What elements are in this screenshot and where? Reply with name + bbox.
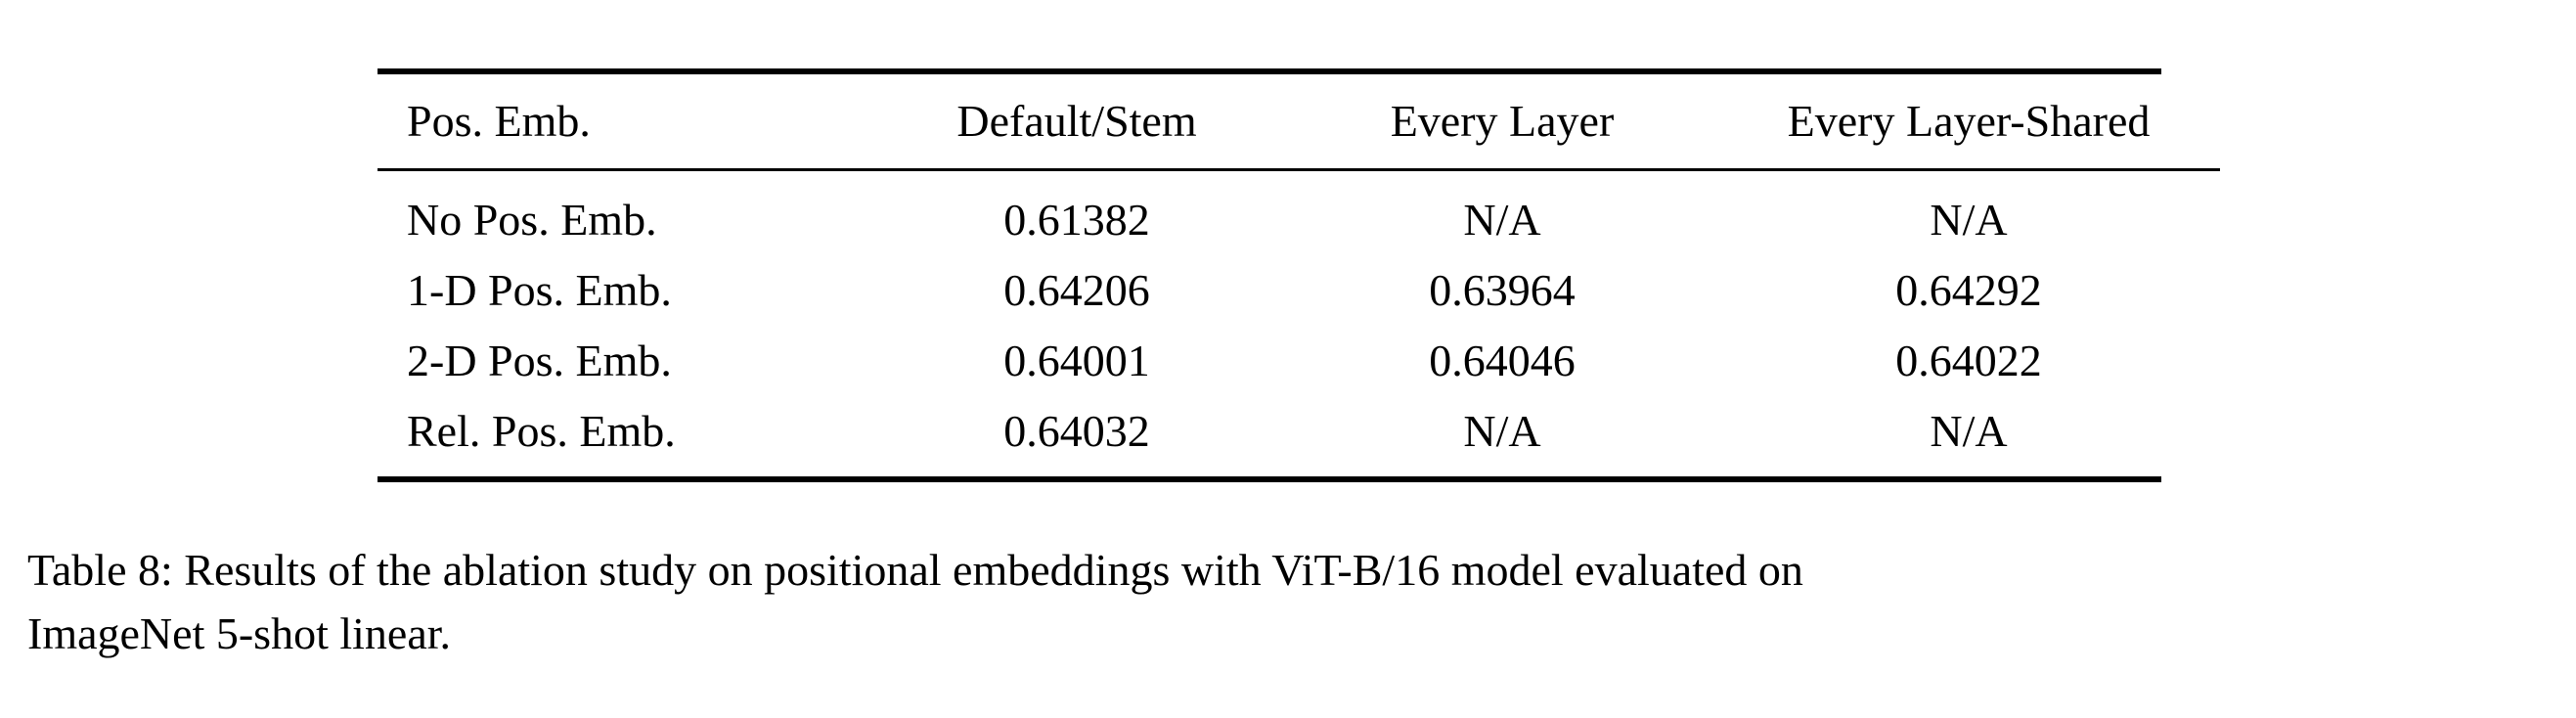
cell-default-stem: 0.64032 <box>1003 406 1150 456</box>
table-header: Pos. Emb. Default/Stem Every Layer Every… <box>378 74 2220 168</box>
table-row: No Pos. Emb. 0.61382 N/A N/A <box>378 171 2220 255</box>
ablation-results-body: No Pos. Emb. 0.61382 N/A N/A 1-D Pos. Em… <box>378 171 2220 476</box>
cell-every-layer-shared: N/A <box>1930 406 2008 456</box>
table-bottom-rule <box>378 476 2161 482</box>
cell-every-layer: 0.63964 <box>1429 265 1576 315</box>
table-header-row: Pos. Emb. Default/Stem Every Layer Every… <box>378 74 2220 168</box>
cell-default-stem: 0.61382 <box>1003 195 1150 245</box>
cell-pos-emb: 2-D Pos. Emb. <box>407 336 672 385</box>
ablation-results-table: Pos. Emb. Default/Stem Every Layer Every… <box>378 74 2220 168</box>
cell-pos-emb: 1-D Pos. Emb. <box>407 265 672 315</box>
cell-every-layer-shared: 0.64292 <box>1895 265 2042 315</box>
column-header-pos-emb: Pos. Emb. <box>407 96 591 146</box>
cell-pos-emb: No Pos. Emb. <box>407 195 657 245</box>
cell-default-stem: 0.64206 <box>1003 265 1150 315</box>
table-caption: Table 8: Results of the ablation study o… <box>27 538 2551 666</box>
caption-line-2: ImageNet 5-shot linear. <box>27 608 452 659</box>
table-body: No Pos. Emb. 0.61382 N/A N/A 1-D Pos. Em… <box>378 171 2220 476</box>
cell-every-layer-shared: N/A <box>1930 195 2008 245</box>
table-row: 2-D Pos. Emb. 0.64001 0.64046 0.64022 <box>378 326 2220 396</box>
cell-every-layer-shared: 0.64022 <box>1895 336 2042 385</box>
page: Pos. Emb. Default/Stem Every Layer Every… <box>0 0 2576 718</box>
caption-line-1: Table 8: Results of the ablation study o… <box>27 545 1803 595</box>
cell-every-layer: N/A <box>1463 195 1541 245</box>
cell-every-layer: 0.64046 <box>1429 336 1576 385</box>
cell-pos-emb: Rel. Pos. Emb. <box>407 406 676 456</box>
table-row: 1-D Pos. Emb. 0.64206 0.63964 0.64292 <box>378 255 2220 326</box>
table-row: Rel. Pos. Emb. 0.64032 N/A N/A <box>378 396 2220 476</box>
table-8-container: Pos. Emb. Default/Stem Every Layer Every… <box>378 68 2220 482</box>
cell-default-stem: 0.64001 <box>1003 336 1150 385</box>
column-header-every-layer: Every Layer <box>1390 96 1615 146</box>
cell-every-layer: N/A <box>1463 406 1541 456</box>
column-header-every-layer-shared: Every Layer-Shared <box>1787 96 2151 146</box>
column-header-default-stem: Default/Stem <box>956 96 1197 146</box>
